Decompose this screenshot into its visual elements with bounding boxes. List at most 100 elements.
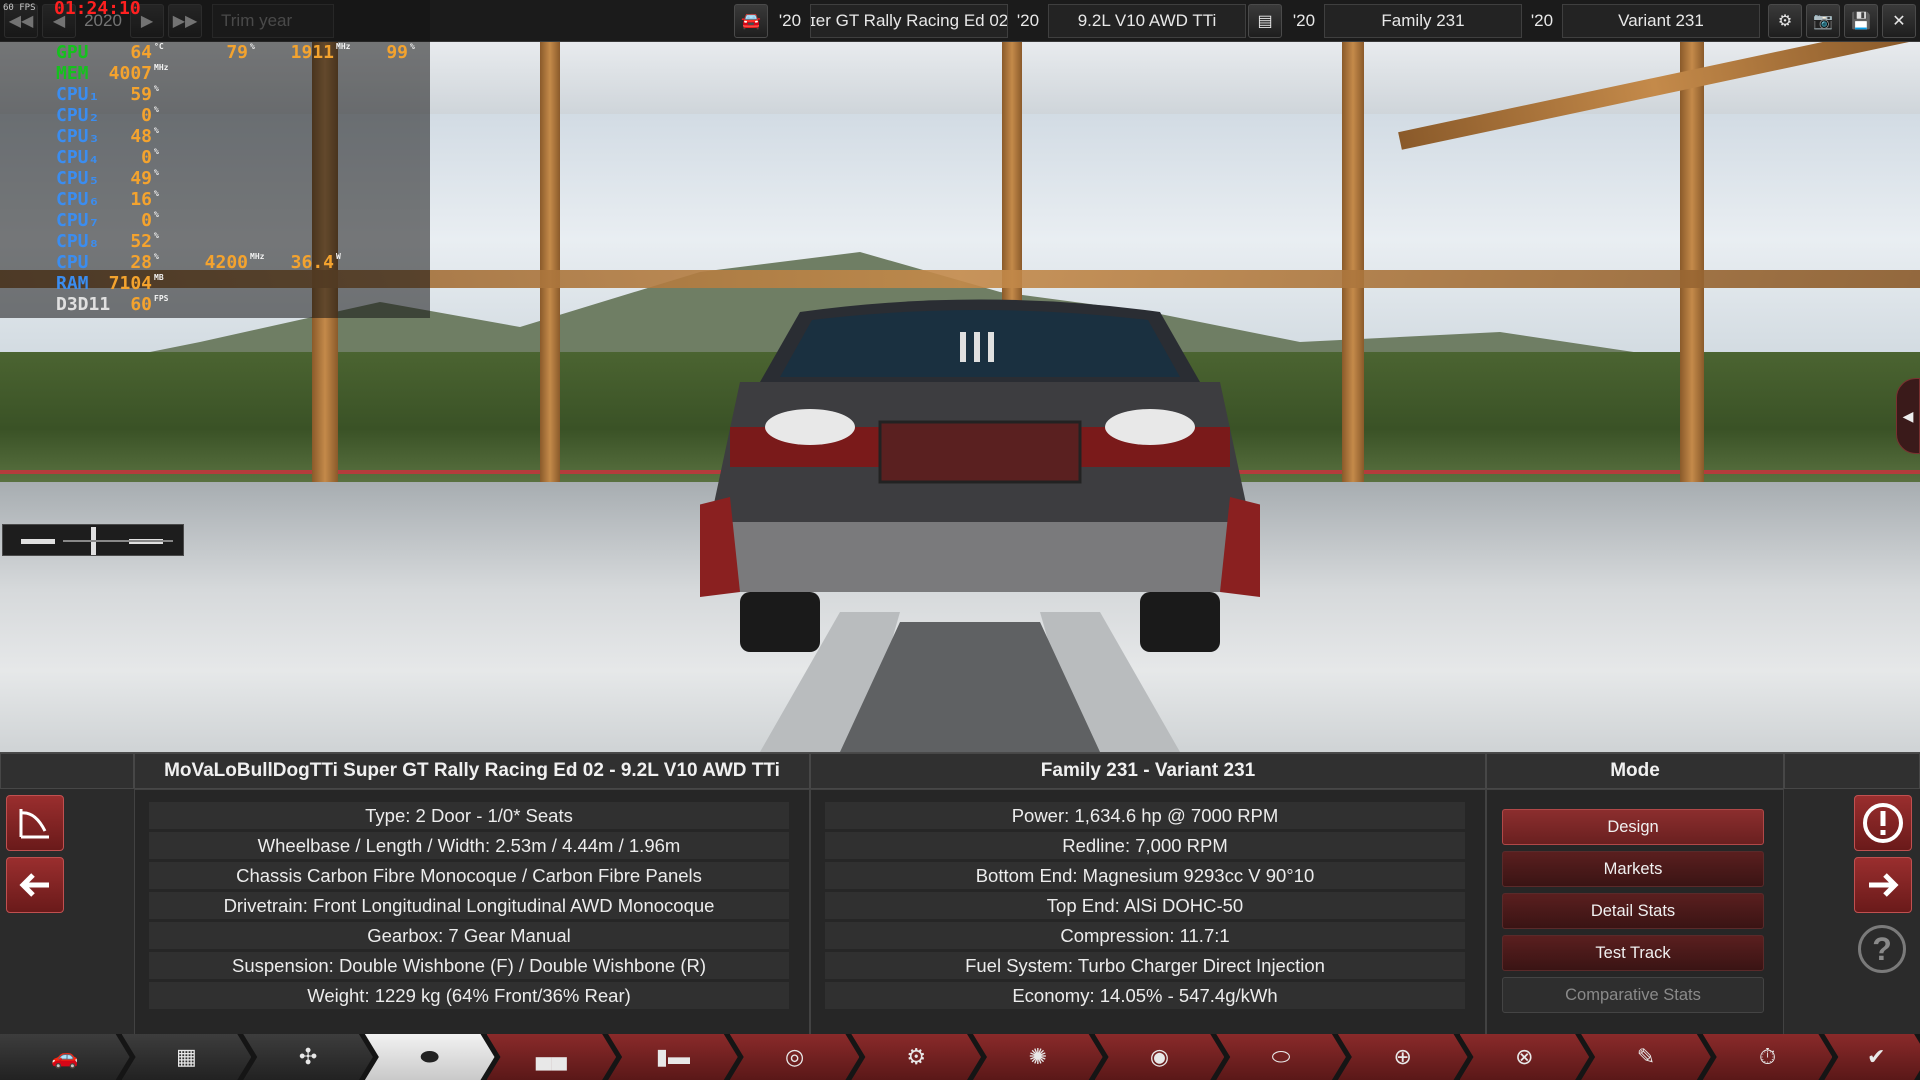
beam <box>1342 42 1364 482</box>
tuning-icon: ⊗ <box>1515 1044 1534 1069</box>
info-panel: MoVaLoBullDogTTi Super GT Rally Racing E… <box>0 752 1920 1035</box>
car-stats-column: Type: 2 Door - 1/0* Seats Wheelbase / Len… <box>134 789 810 1035</box>
car-model-button[interactable]: 🚘 <box>734 3 768 38</box>
nav-tab-trim[interactable]: ▄▄ <box>487 1034 617 1080</box>
chevron-left-icon: ◀ <box>1902 407 1914 424</box>
car-title: MoVaLoBullDogTTi Super GT Rally Racing E… <box>134 753 810 789</box>
arrow-right-icon <box>1869 873 1899 897</box>
rewind-icon: ◀◀ <box>8 12 34 30</box>
body-icon: ⬬ <box>420 1044 440 1069</box>
help-button[interactable]: ? <box>1858 925 1906 973</box>
nav-tab-wheels[interactable]: ✺ <box>973 1034 1103 1080</box>
nav-tab-gearbox[interactable]: ⚙ <box>851 1034 981 1080</box>
year-next-fast-button[interactable]: ▶▶ <box>168 3 202 38</box>
nav-tab-confirm[interactable]: ✔ <box>1824 1034 1920 1080</box>
nav-tab-fixtures[interactable]: ▮▬ <box>608 1034 738 1080</box>
paint-icon: ✎ <box>1636 1044 1656 1069</box>
camera-angle-button[interactable] <box>6 795 64 851</box>
test-track-icon: ⏱ <box>1758 1044 1777 1069</box>
engine-button[interactable]: ▤ <box>1248 3 1282 38</box>
screenshot-button[interactable]: 📷 <box>1806 3 1840 38</box>
close-button[interactable]: ✕ <box>1882 3 1916 38</box>
save-icon: 💾 <box>1851 12 1871 30</box>
model-name-field[interactable]: ɪer GT Rally Racing Ed 02 <box>810 3 1008 38</box>
gear-icon: ⚙ <box>1777 12 1793 30</box>
nav-tab-car-front[interactable]: 🚗 <box>0 1034 130 1080</box>
side-panel-toggle[interactable]: ◀ <box>1896 378 1920 454</box>
year-prev-button[interactable]: ◀ <box>42 3 76 38</box>
trim-icon: ▄▄ <box>535 1044 567 1069</box>
nav-tab-chassis[interactable]: ▦ <box>122 1034 252 1080</box>
save-button[interactable]: 💾 <box>1844 3 1878 38</box>
slider-icon <box>21 527 173 555</box>
nav-tab-tuning[interactable]: ⊗ <box>1460 1034 1590 1080</box>
mode-button-comparative-stats: Comparative Stats <box>1502 977 1764 1013</box>
engine-block-icon: ▤ <box>1257 12 1273 30</box>
nav-tab-paint[interactable]: ✎ <box>1581 1034 1711 1080</box>
variant-year: '20 <box>1530 10 1554 30</box>
settings-button[interactable]: ⚙ <box>1768 3 1802 38</box>
interior-icon: ⊕ <box>1393 1044 1412 1069</box>
nav-tab-aero[interactable]: ⬭ <box>1216 1034 1346 1080</box>
beam <box>540 42 560 482</box>
trim-year-value[interactable]: 2020 <box>78 11 128 31</box>
warning-button[interactable] <box>1854 795 1912 851</box>
next-button[interactable] <box>1854 857 1912 913</box>
nav-tab-interior[interactable]: ⊕ <box>1338 1034 1468 1080</box>
nav-tab-body[interactable]: ⬬ <box>365 1034 495 1080</box>
nav-tab-engine[interactable]: ◎ <box>730 1034 860 1080</box>
stat-line: Compression: 11.7:1 <box>825 922 1465 949</box>
chassis-icon: ▦ <box>176 1044 197 1069</box>
trim-year-label: Trim year <box>212 3 334 38</box>
arrow-left-icon <box>19 873 49 897</box>
close-icon: ✕ <box>1892 12 1906 30</box>
mode-title: Mode <box>1486 753 1784 789</box>
panel-header-left-spacer <box>0 753 134 789</box>
suspension-icon: ✣ <box>298 1044 318 1069</box>
ceiling <box>0 42 1920 114</box>
camera-icon: 📷 <box>1813 12 1833 30</box>
mode-button-markets[interactable]: Markets <box>1502 851 1764 887</box>
stat-line: Wheelbase / Length / Width: 2.53m / 4.44… <box>149 832 789 859</box>
stat-line: Suspension: Double Wishbone (F) / Double… <box>149 952 789 979</box>
help-icon: ? <box>1872 930 1892 967</box>
car-showroom-viewport[interactable] <box>0 42 1920 752</box>
mode-button-detail-stats[interactable]: Detail Stats <box>1502 893 1764 929</box>
year-next-button[interactable]: ▶ <box>130 3 164 38</box>
nav-tab-brakes[interactable]: ◉ <box>1095 1034 1225 1080</box>
car-model <box>700 299 1260 652</box>
engine-name-field[interactable]: 9.2L V10 AWD TTi <box>1048 3 1246 38</box>
stat-line: Top End: AlSi DOHC-50 <box>825 892 1465 919</box>
engine-stats-column: Power: 1,634.6 hp @ 7000 RPM Redline: 7,0… <box>810 789 1486 1035</box>
variant-name-field[interactable]: Variant 231 <box>1562 3 1760 38</box>
stat-line: Weight: 1229 kg (64% Front/36% Rear) <box>149 982 789 1009</box>
mode-button-test-track[interactable]: Test Track <box>1502 935 1764 971</box>
engine-icon: ◎ <box>784 1044 805 1069</box>
gearbox-icon: ⚙ <box>906 1044 927 1069</box>
back-button[interactable] <box>6 857 64 913</box>
car-icon: 🚘 <box>741 12 761 30</box>
model-year: '20 <box>778 10 802 30</box>
stat-line: Gearbox: 7 Gear Manual <box>149 922 789 949</box>
aero-icon: ⬭ <box>1271 1044 1291 1069</box>
alert-icon <box>1863 803 1903 843</box>
fast-forward-icon: ▶▶ <box>172 12 198 30</box>
family-name-field[interactable]: Family 231 <box>1324 3 1522 38</box>
nav-tab-suspension[interactable]: ✣ <box>243 1034 373 1080</box>
axis-icon <box>19 809 49 839</box>
nav-tab-test-track[interactable]: ⏱ <box>1703 1034 1833 1080</box>
mode-button-design[interactable]: Design <box>1502 809 1764 845</box>
wheels-icon: ✺ <box>1028 1044 1048 1069</box>
stat-line: Chassis Carbon Fibre Monocoque / Carbon … <box>149 862 789 889</box>
chevron-left-icon: ◀ <box>52 12 66 30</box>
stat-line: Power: 1,634.6 hp @ 7000 RPM <box>825 802 1465 829</box>
app-root: ◀◀ ◀ 2020 ▶ ▶▶ Trim year 🚘 '20 ɪer GT Ra… <box>0 0 1920 1080</box>
year-prev-fast-button[interactable]: ◀◀ <box>4 3 38 38</box>
stat-line: Type: 2 Door - 1/0* Seats <box>149 802 789 829</box>
panel-header-right-spacer <box>1784 753 1920 789</box>
camera-slider-widget[interactable] <box>2 524 184 556</box>
family-year: '20 <box>1292 10 1316 30</box>
stat-line: Drivetrain: Front Longitudinal Longitudi… <box>149 892 789 919</box>
chevron-right-icon: ▶ <box>140 12 154 30</box>
stat-line: Redline: 7,000 RPM <box>825 832 1465 859</box>
